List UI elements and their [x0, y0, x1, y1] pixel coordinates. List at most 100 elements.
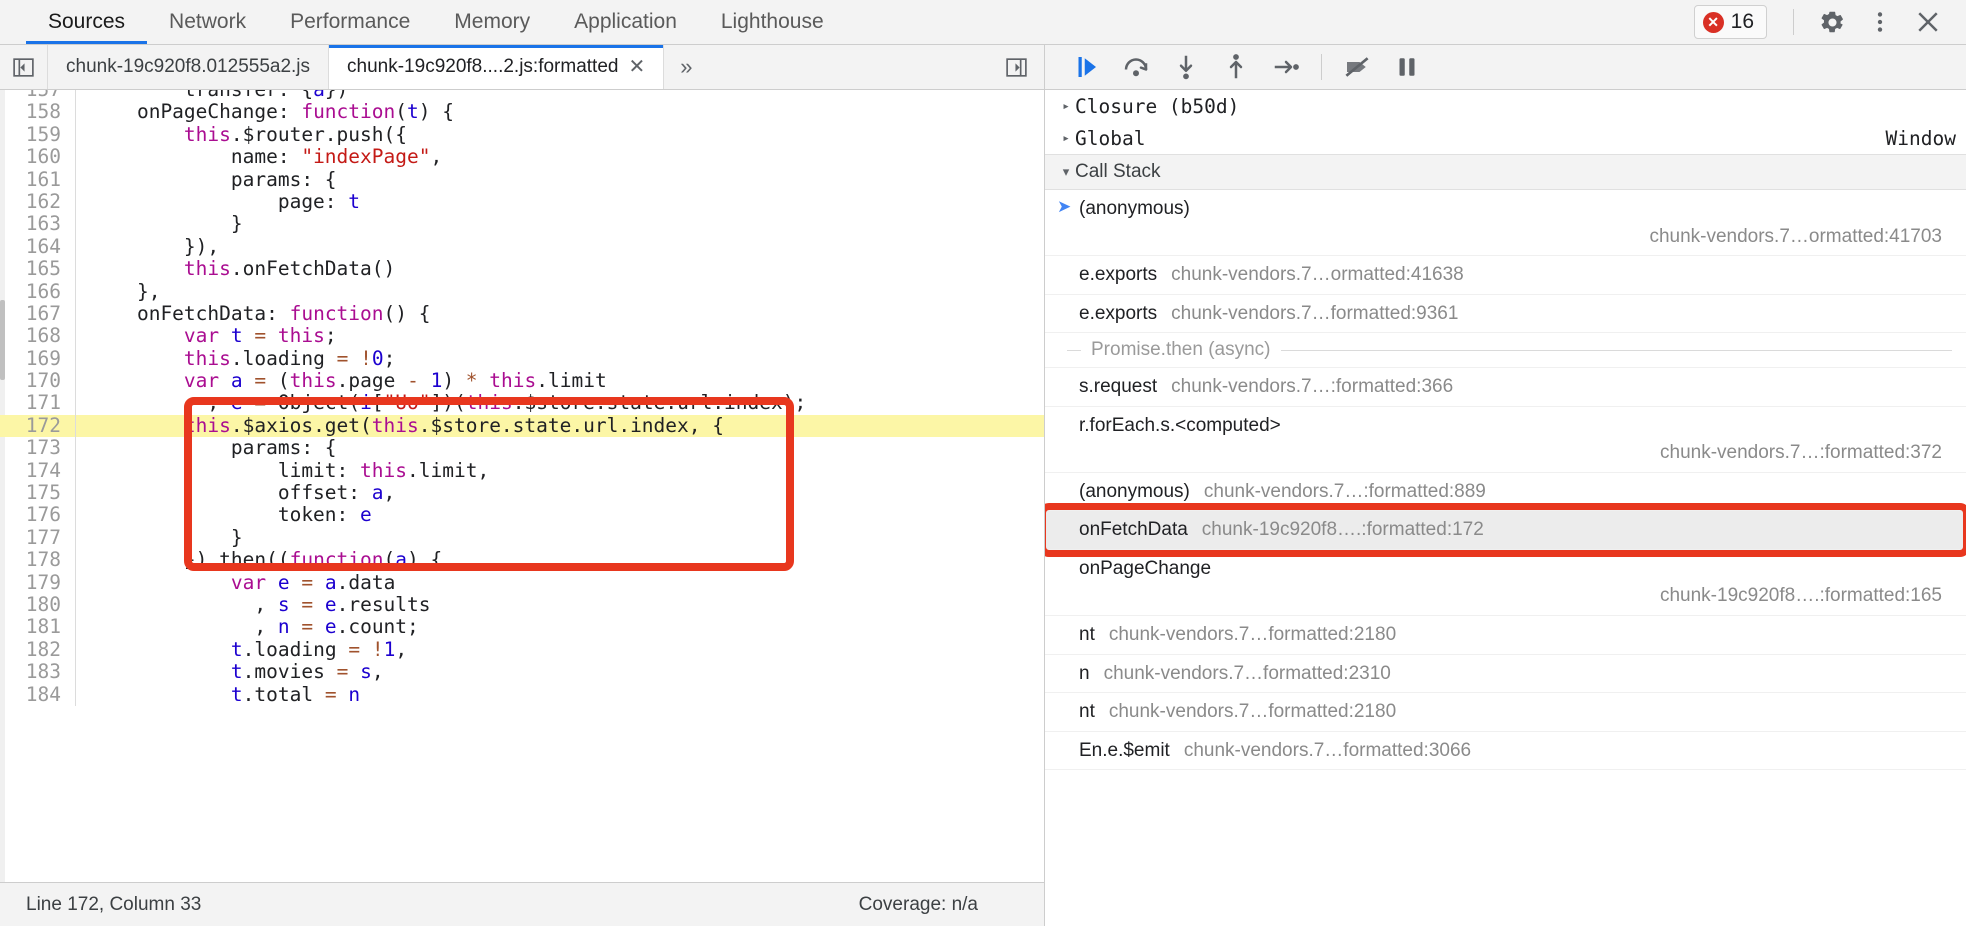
- line-number[interactable]: 159: [0, 123, 76, 147]
- call-stack-frame[interactable]: (anonymous) chunk-vendors.7…:formatted:88…: [1045, 473, 1966, 512]
- line-number[interactable]: 181: [0, 615, 76, 639]
- line-number[interactable]: 161: [0, 168, 76, 191]
- frame-location[interactable]: chunk-vendors.7…formatted:9361: [1171, 300, 1458, 328]
- kebab-menu-icon[interactable]: [1858, 2, 1902, 42]
- frame-location[interactable]: chunk-vendors.7…formatted:3066: [1184, 737, 1471, 765]
- gear-icon[interactable]: [1810, 2, 1854, 42]
- panel-tab-network[interactable]: Network: [147, 0, 268, 44]
- line-number[interactable]: 165: [0, 257, 76, 281]
- frame-location[interactable]: chunk-19c920f8….:formatted:172: [1202, 516, 1484, 544]
- code-line[interactable]: 175 offset: a,: [0, 481, 1044, 505]
- panel-tab-application[interactable]: Application: [552, 0, 699, 44]
- line-number[interactable]: 183: [0, 660, 76, 684]
- resume-script-execution-button[interactable]: [1063, 47, 1109, 87]
- step-button[interactable]: [1263, 47, 1309, 87]
- call-stack-frame[interactable]: onFetchData chunk-19c920f8….:formatted:17…: [1045, 503, 1966, 557]
- line-number[interactable]: 177: [0, 526, 76, 550]
- line-number[interactable]: 170: [0, 369, 76, 393]
- code-line[interactable]: 184 t.total = n: [0, 683, 1044, 706]
- line-number[interactable]: 164: [0, 235, 76, 259]
- frame-location[interactable]: chunk-vendors.7…ormatted:41703: [1057, 223, 1956, 251]
- call-stack-frame[interactable]: nt chunk-vendors.7…formatted:2180: [1045, 616, 1966, 655]
- code-line[interactable]: 171 , e = Object(i["Uo"])(this.$store.st…: [0, 392, 1044, 415]
- code-line[interactable]: 160 name: "indexPage",: [0, 145, 1044, 169]
- line-number[interactable]: 158: [0, 100, 76, 124]
- more-tabs-icon[interactable]: »: [664, 45, 708, 89]
- chevron-right-icon[interactable]: ▸: [1057, 131, 1075, 146]
- line-number[interactable]: 168: [0, 324, 76, 348]
- call-stack-frame[interactable]: onPageChange chunk-19c920f8….:formatted:1…: [1045, 550, 1966, 617]
- code-line[interactable]: 174 limit: this.limit,: [0, 459, 1044, 483]
- code-line[interactable]: 161 params: {: [0, 168, 1044, 191]
- line-number[interactable]: 163: [0, 212, 76, 236]
- call-stack-frame[interactable]: r.forEach.s.<computed> chunk-vendors.7…:f…: [1045, 407, 1966, 473]
- code-line[interactable]: 163 }: [0, 212, 1044, 236]
- code-line-highlighted[interactable]: 172 this.$axios.get(this.$store.state.ur…: [0, 414, 1044, 438]
- show-navigator-icon[interactable]: [0, 45, 48, 89]
- code-line[interactable]: 165 this.onFetchData(): [0, 257, 1044, 281]
- panel-tab-sources[interactable]: Sources: [26, 0, 148, 44]
- frame-location[interactable]: chunk-vendors.7…:formatted:889: [1204, 478, 1486, 506]
- code-line[interactable]: 158 onPageChange: function(t) {: [0, 100, 1044, 124]
- line-number[interactable]: 174: [0, 459, 76, 483]
- line-number[interactable]: 178: [0, 548, 76, 572]
- call-stack-frame[interactable]: e.exports chunk-vendors.7…ormatted:41638: [1045, 256, 1966, 295]
- call-stack-frame[interactable]: En.e.$emit chunk-vendors.7…formatted:3066: [1045, 732, 1966, 771]
- call-stack-frame[interactable]: s.request chunk-vendors.7…:formatted:366: [1045, 368, 1966, 407]
- code-line[interactable]: 166 },: [0, 280, 1044, 303]
- frame-location[interactable]: chunk-vendors.7…formatted:2310: [1104, 660, 1391, 688]
- code-line[interactable]: 170 var a = (this.page - 1) * this.limit: [0, 369, 1044, 393]
- scope-row-closure[interactable]: ▸ Closure (b50d): [1045, 90, 1966, 122]
- line-number[interactable]: 180: [0, 593, 76, 617]
- line-number[interactable]: 179: [0, 571, 76, 594]
- line-number[interactable]: 172: [0, 414, 76, 438]
- code-line[interactable]: 177 }: [0, 526, 1044, 550]
- file-tab[interactable]: chunk-19c920f8....2.js:formatted ✕: [329, 45, 665, 89]
- code-line[interactable]: 169 this.loading = !0;: [0, 347, 1044, 371]
- code-line[interactable]: 164 }),: [0, 235, 1044, 259]
- call-stack-frame[interactable]: e.exports chunk-vendors.7…formatted:9361: [1045, 295, 1966, 334]
- chevron-right-icon[interactable]: ▸: [1057, 99, 1075, 114]
- pause-on-exceptions-button[interactable]: [1384, 47, 1430, 87]
- close-tab-icon[interactable]: ✕: [628, 57, 645, 77]
- code-line[interactable]: 180 , s = e.results: [0, 593, 1044, 617]
- code-line[interactable]: 179 var e = a.data: [0, 571, 1044, 594]
- line-number[interactable]: 166: [0, 280, 76, 303]
- step-over-next-function-call-button[interactable]: [1113, 47, 1159, 87]
- frame-location[interactable]: chunk-vendors.7…formatted:2180: [1109, 621, 1396, 649]
- file-tab[interactable]: chunk-19c920f8.012555a2.js: [48, 45, 330, 89]
- call-stack-header[interactable]: ▾ Call Stack: [1045, 154, 1966, 190]
- code-line[interactable]: 162 page: t: [0, 190, 1044, 214]
- line-number[interactable]: 167: [0, 302, 76, 326]
- line-number[interactable]: 176: [0, 504, 76, 527]
- frame-location[interactable]: chunk-19c920f8….:formatted:165: [1057, 582, 1956, 610]
- line-number[interactable]: 184: [0, 683, 76, 706]
- frame-location[interactable]: chunk-vendors.7…formatted:2180: [1109, 698, 1396, 726]
- error-count-badge[interactable]: ✕ 16: [1693, 5, 1767, 39]
- code-line[interactable]: 168 var t = this;: [0, 324, 1044, 348]
- panel-tab-lighthouse[interactable]: Lighthouse: [699, 0, 846, 44]
- code-line[interactable]: 167 onFetchData: function() {: [0, 302, 1044, 326]
- line-number[interactable]: 173: [0, 436, 76, 460]
- line-number[interactable]: 169: [0, 347, 76, 371]
- panel-tab-memory[interactable]: Memory: [432, 0, 552, 44]
- line-number[interactable]: 182: [0, 638, 76, 662]
- close-icon[interactable]: [1906, 2, 1950, 42]
- code-line[interactable]: 176 token: e: [0, 504, 1044, 527]
- panel-tab-performance[interactable]: Performance: [268, 0, 432, 44]
- call-stack-frame[interactable]: nt chunk-vendors.7…formatted:2180: [1045, 693, 1966, 732]
- frame-location[interactable]: chunk-vendors.7…:formatted:366: [1171, 373, 1453, 401]
- frame-location[interactable]: chunk-vendors.7…:formatted:372: [1057, 439, 1956, 467]
- line-number[interactable]: 162: [0, 190, 76, 214]
- code-line[interactable]: 182 t.loading = !1,: [0, 638, 1044, 662]
- code-line[interactable]: 183 t.movies = s,: [0, 660, 1044, 684]
- code-line[interactable]: 181 , n = e.count;: [0, 615, 1044, 639]
- code-line[interactable]: 159 this.$router.push({: [0, 123, 1044, 147]
- call-stack-frame[interactable]: n chunk-vendors.7…formatted:2310: [1045, 655, 1966, 694]
- code-line[interactable]: 178 }).then((function(a) {: [0, 548, 1044, 572]
- scope-row-global[interactable]: ▸ Global Window: [1045, 122, 1966, 154]
- code-editor[interactable]: 157 transfer: {a})158 onPageChange: func…: [0, 90, 1044, 882]
- code-line[interactable]: 173 params: {: [0, 436, 1044, 460]
- step-out-of-current-function-button[interactable]: [1213, 47, 1259, 87]
- deactivate-breakpoints-button[interactable]: [1334, 47, 1380, 87]
